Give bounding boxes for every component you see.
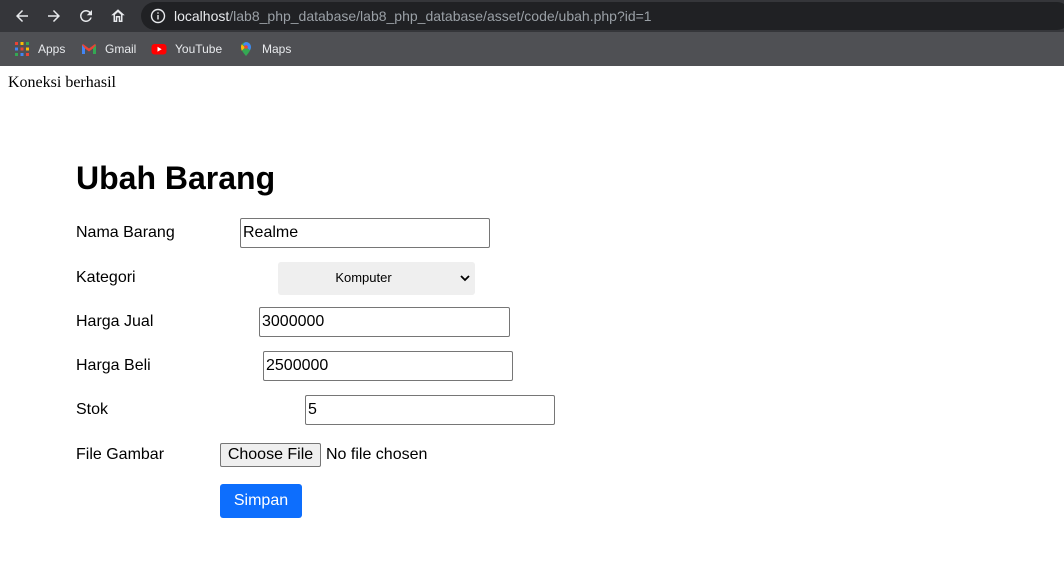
kategori-label: Kategori: [76, 269, 136, 286]
harga-beli-label: Harga Beli: [76, 357, 151, 374]
url-host: localhost: [174, 8, 230, 24]
reload-icon: [80, 10, 92, 22]
bookmark-apps[interactable]: Apps: [14, 39, 65, 59]
bookmark-youtube-label: YouTube: [175, 42, 223, 56]
browser-toolbar: localhost/lab8_php_database/lab8_php_dat…: [0, 0, 1064, 32]
file-gambar-label: File Gambar: [76, 446, 165, 463]
harga-jual-label: Harga Jual: [76, 313, 154, 330]
bookmarks-bar: Apps Gmail YouTube Maps: [0, 32, 1064, 66]
address-bar[interactable]: localhost/lab8_php_database/lab8_php_dat…: [141, 2, 1064, 30]
bookmark-gmail[interactable]: Gmail: [81, 39, 136, 59]
bookmark-maps[interactable]: Maps: [238, 39, 291, 59]
forward-icon: [48, 10, 60, 22]
apps-grid-icon: [15, 42, 29, 56]
nama-barang-input[interactable]: [240, 218, 490, 248]
bookmark-maps-label: Maps: [262, 42, 292, 56]
url-text: localhost/lab8_php_database/lab8_php_dat…: [174, 8, 652, 24]
kategori-select[interactable]: Komputer: [278, 262, 475, 295]
youtube-icon: [151, 44, 167, 55]
harga-beli-input[interactable]: [263, 351, 513, 381]
url-path: /lab8_php_database/lab8_php_database/ass…: [229, 8, 652, 24]
back-icon: [16, 10, 28, 22]
home-button[interactable]: [106, 4, 130, 28]
simpan-button[interactable]: Simpan: [220, 484, 302, 518]
choose-file-button[interactable]: Choose File: [220, 443, 321, 467]
bookmark-apps-label: Apps: [38, 42, 66, 56]
back-button[interactable]: [10, 4, 34, 28]
home-icon: [111, 9, 125, 22]
stok-input[interactable]: [305, 395, 555, 425]
bookmark-youtube[interactable]: YouTube: [151, 39, 222, 59]
harga-jual-input[interactable]: [259, 307, 510, 337]
stok-label: Stok: [76, 401, 109, 418]
nama-barang-label: Nama Barang: [76, 224, 175, 241]
info-icon[interactable]: [150, 8, 166, 24]
page-title: Ubah Barang: [76, 160, 276, 196]
forward-button[interactable]: [42, 4, 66, 28]
kategori-selected-value: Komputer: [335, 270, 392, 285]
connection-status-text: Koneksi berhasil: [8, 74, 116, 91]
gmail-icon: [82, 44, 96, 54]
reload-button[interactable]: [74, 4, 98, 28]
maps-icon: [241, 42, 251, 56]
chevron-down-icon: [460, 275, 470, 282]
file-status-text: No file chosen: [326, 446, 428, 463]
bookmark-gmail-label: Gmail: [105, 42, 137, 56]
